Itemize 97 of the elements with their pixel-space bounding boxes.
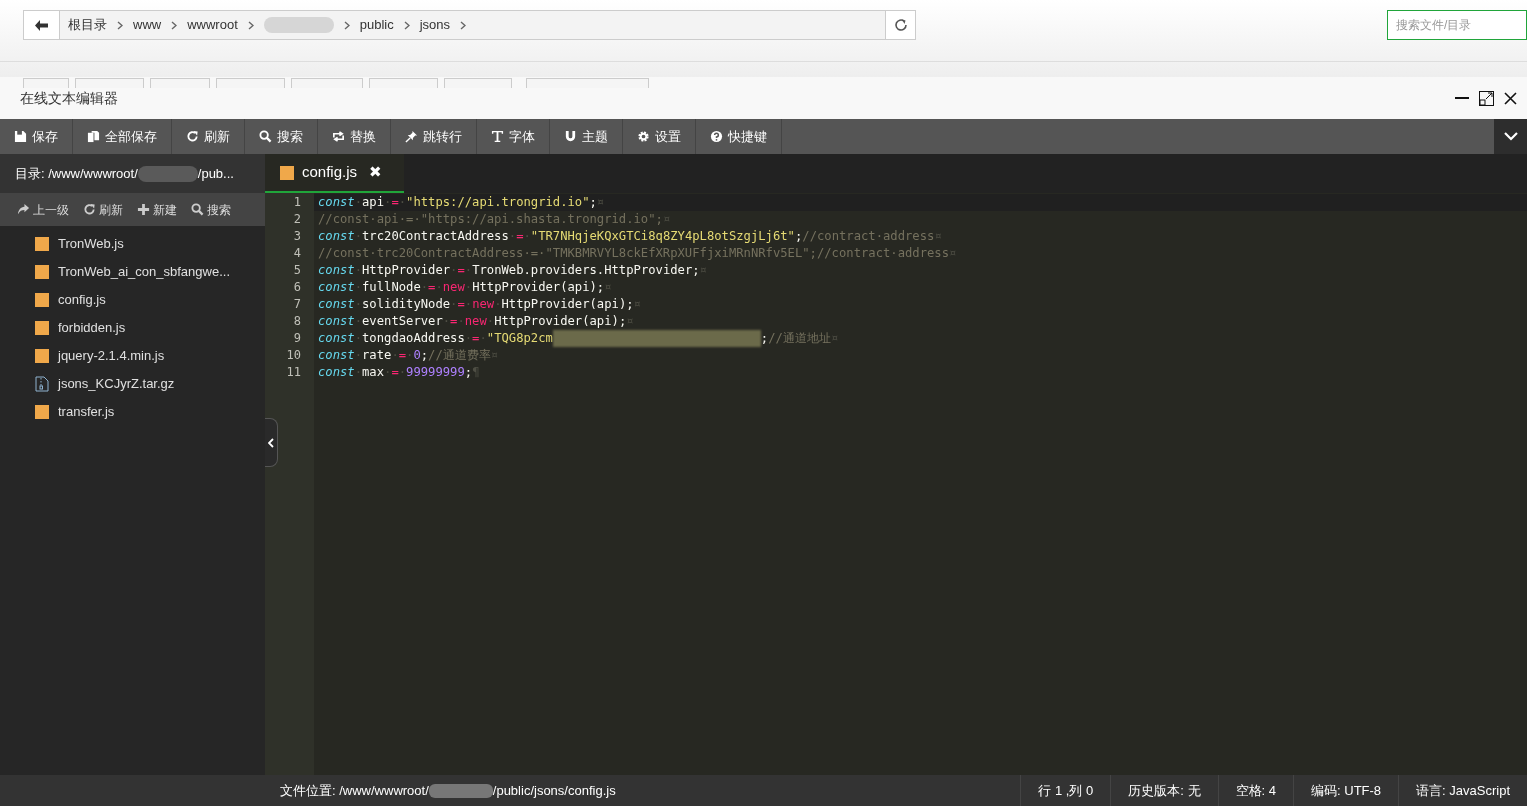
toolbar-button[interactable] (23, 78, 69, 88)
line-number: 5 (292, 262, 302, 279)
toolbar-button[interactable] (216, 78, 285, 88)
line-number: 7 (292, 296, 302, 313)
status-item: 历史版本: 无 (1110, 775, 1218, 806)
line-number: 3 (292, 228, 302, 245)
pin-icon (405, 130, 418, 143)
line-number: 10 (285, 347, 302, 364)
chevron-down-icon (1503, 132, 1518, 141)
chevron-right-icon (117, 20, 123, 30)
plus-icon (137, 203, 150, 216)
js-file-icon (35, 405, 49, 419)
help-icon (710, 130, 723, 143)
toolbar-button[interactable] (150, 78, 210, 88)
search-icon (259, 130, 272, 143)
toolbar-button[interactable] (369, 78, 438, 88)
gear-icon (637, 130, 650, 143)
maximize-icon[interactable] (1479, 90, 1494, 106)
status-item: 语言: JavaScript (1398, 775, 1527, 806)
sidebar-action[interactable]: 新建 (137, 200, 177, 219)
redaction-mark (137, 165, 198, 182)
status-item: 行 1 ,列 0 (1020, 775, 1111, 806)
search-field[interactable]: 搜索文件/目录 (1387, 10, 1527, 40)
line-number: 11 (285, 364, 302, 381)
sidebar-action[interactable]: 上一级 (17, 200, 69, 219)
file-item[interactable]: jquery-2.1.4.min.js (0, 342, 265, 370)
code-line: const·tongdaoAddress·=·"TQG8p2cm ;//通道地址¤ (317, 330, 840, 347)
replace-icon (332, 130, 345, 143)
js-file-icon (35, 265, 49, 279)
sidebar-action[interactable]: 刷新 (83, 200, 123, 219)
line-number: 6 (292, 279, 302, 296)
expand-button[interactable] (1494, 119, 1527, 154)
window-title: 在线文本编辑器 (20, 88, 119, 108)
file-item[interactable]: config.js (0, 286, 265, 314)
code-line: const·rate·=·0;//通道费率¤ (317, 347, 500, 364)
chevron-right-icon (247, 20, 254, 30)
js-file-icon (35, 237, 49, 251)
code-line: const·eventServer·=·new·HttpProvider(api);¤ (317, 313, 635, 330)
status-item: 编码: UTF-8 (1293, 775, 1399, 806)
redaction-mark (263, 17, 334, 33)
line-number: 4 (292, 245, 302, 262)
redaction-mark (428, 783, 493, 798)
refresh-icon (186, 130, 199, 143)
font-icon (491, 130, 504, 143)
directory-path: 目录: /www/wwwroot/ /pub... (0, 154, 265, 193)
toolbar-button[interactable] (75, 78, 144, 88)
sidebar-action[interactable]: 搜索 (191, 200, 231, 219)
line-number: 2 (292, 211, 302, 228)
collapse-sidebar-handle[interactable] (265, 418, 278, 467)
file-item[interactable]: transfer.js (0, 398, 265, 426)
close-tab-button[interactable]: ✖ (369, 161, 383, 184)
breadcrumb-item[interactable]: 根目录 (68, 15, 107, 35)
copy-icon (87, 130, 100, 143)
chevron-right-icon (403, 20, 410, 30)
file-item[interactable]: forbidden.js (0, 314, 265, 342)
breadcrumb-item[interactable]: wwwroot (187, 15, 238, 35)
code-line: //const·trc20ContractAddress·=·"TMKBMRVYL8ckEfXRpXUFfjxiMRnNRfv5EL";//contract·address¤ (317, 245, 958, 262)
refresh-icon (83, 203, 96, 216)
breadcrumb-item[interactable]: jsons (419, 15, 451, 35)
file-location: 文件位置: /www/wwwroot/ /public/jsons/config.js (279, 781, 617, 800)
chevron-right-icon (171, 20, 178, 30)
chevron-right-icon (343, 20, 350, 30)
refresh-button[interactable] (885, 11, 915, 39)
toolbar-button[interactable] (291, 78, 363, 88)
line-number: 1 (292, 194, 302, 211)
editor-tab[interactable]: config.js ✖ (265, 154, 404, 193)
js-file-icon (35, 321, 49, 335)
save-icon (14, 130, 27, 143)
share-arrow-icon (17, 203, 30, 216)
file-item[interactable]: TronWeb_ai_con_sbfangwe... (0, 258, 265, 286)
back-button[interactable] (24, 11, 60, 39)
line-number: 9 (292, 330, 302, 347)
js-file-icon (280, 165, 294, 180)
magnet-icon (564, 130, 577, 143)
js-file-icon (35, 293, 49, 307)
file-item[interactable]: TronWeb.js (0, 230, 265, 258)
close-icon[interactable] (1504, 91, 1517, 105)
toolbar-button[interactable] (444, 78, 512, 88)
code-line: //const·api·=·"https://api.shasta.trongrid.io";¤ (317, 211, 672, 228)
code-line: const·max·=·99999999;¶ (317, 364, 481, 381)
refresh-icon (893, 18, 908, 32)
file-item[interactable]: jsons_KCJyrZ.tar.gz (0, 370, 265, 398)
chevron-right-icon (460, 20, 467, 30)
breadcrumb-item[interactable]: public (359, 15, 394, 35)
code-line: const·fullNode·=·new·HttpProvider(api);¤ (317, 279, 613, 296)
back-arrow-icon (35, 19, 48, 31)
code-line: const·solidityNode·=·new·HttpProvider(api);¤ (317, 296, 642, 313)
breadcrumb-item[interactable]: www (133, 15, 162, 35)
toolbar-button[interactable] (526, 78, 649, 88)
chevron-left-icon (268, 437, 274, 448)
status-item: 空格: 4 (1217, 775, 1293, 806)
code-line: const·HttpProvider·=·TronWeb.providers.HttpProvider;¤ (317, 262, 708, 279)
code-line: const·trc20ContractAddress·=·"TR7NHqjeKQxGTCi8q8ZY4pL8otSzgjLj6t";//contract·address¤ (317, 228, 943, 245)
line-number: 8 (292, 313, 302, 330)
search-icon (191, 203, 204, 216)
js-file-icon (35, 349, 49, 363)
archive-file-icon (35, 376, 49, 392)
